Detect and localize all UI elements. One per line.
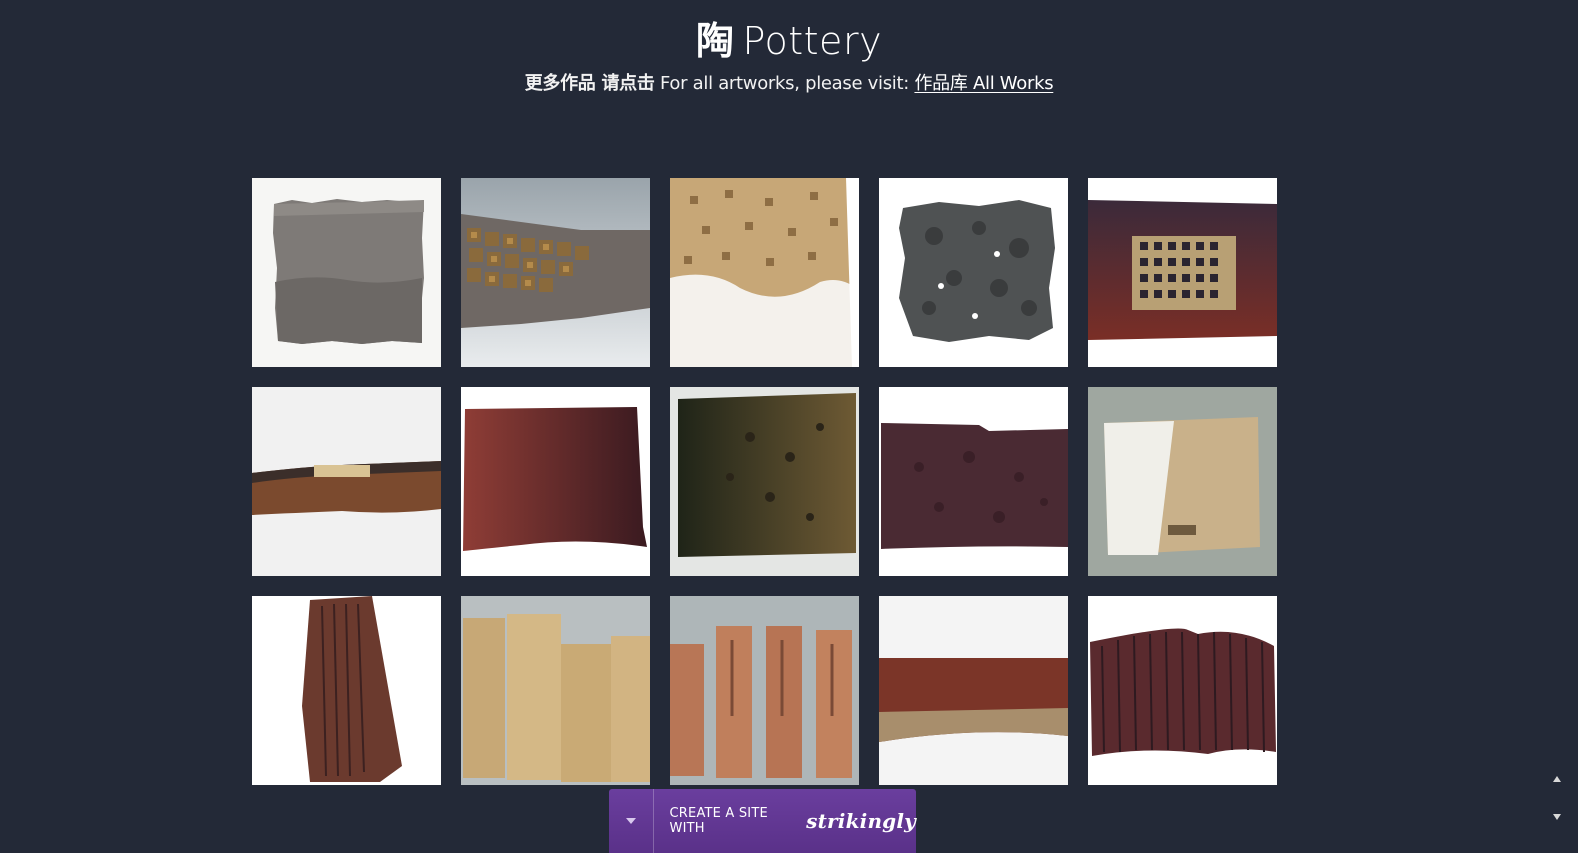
arrow-down-icon[interactable]	[1553, 814, 1561, 820]
gallery-item-1[interactable]	[252, 178, 441, 367]
gallery-item-10[interactable]	[1088, 387, 1277, 576]
chevron-down-icon[interactable]	[609, 789, 654, 853]
gallery-item-11[interactable]	[252, 596, 441, 785]
page-title: 陶 Pottery	[0, 10, 1578, 65]
gallery-item-4[interactable]	[879, 178, 1068, 367]
gallery-item-7[interactable]	[461, 387, 650, 576]
page-title-cn: 陶	[695, 19, 735, 63]
gallery-image-9	[879, 387, 1068, 576]
bar-label: CREATE A SITE WITH strikingly	[654, 806, 916, 836]
gallery-item-9[interactable]	[879, 387, 1068, 576]
gallery-item-15[interactable]	[1088, 596, 1277, 785]
page-title-en: Pottery	[742, 19, 883, 63]
gallery-item-8[interactable]	[670, 387, 859, 576]
gallery-image-6	[252, 387, 441, 576]
gallery-image-12	[461, 596, 650, 785]
bar-label-text: CREATE A SITE WITH	[669, 806, 768, 836]
gallery-image-10	[1088, 387, 1277, 576]
arrow-up-icon[interactable]	[1553, 776, 1561, 782]
all-works-link[interactable]: 作品库 All Works	[914, 73, 1053, 94]
gallery-item-6[interactable]	[252, 387, 441, 576]
gallery-item-3[interactable]	[670, 178, 859, 367]
gallery-image-15	[1088, 596, 1277, 785]
gallery-image-2	[461, 178, 650, 367]
page: 陶 Pottery 更多作品 请点击 For all artworks, plea…	[0, 0, 1578, 853]
pottery-gallery	[252, 178, 1277, 785]
gallery-item-13[interactable]	[670, 596, 859, 785]
gallery-item-5[interactable]	[1088, 178, 1277, 367]
gallery-image-8	[670, 387, 859, 576]
strikingly-logo: strikingly	[806, 809, 916, 833]
gallery-image-14	[879, 596, 1068, 785]
gallery-image-7	[461, 387, 650, 576]
gallery-image-1	[252, 178, 441, 367]
gallery-item-14[interactable]	[879, 596, 1068, 785]
subtitle-cn-label: 更多作品 请点击	[524, 73, 655, 94]
gallery-image-5	[1088, 178, 1277, 367]
gallery-image-3	[670, 178, 859, 367]
strikingly-bar[interactable]: CREATE A SITE WITH strikingly	[609, 789, 916, 853]
gallery-image-13	[670, 596, 859, 785]
gallery-item-2[interactable]	[461, 178, 650, 367]
gallery-item-12[interactable]	[461, 596, 650, 785]
gallery-image-11	[252, 596, 441, 785]
gallery-image-4	[879, 178, 1068, 367]
page-subtitle: 更多作品 请点击 For all artworks, please visit:…	[0, 69, 1578, 95]
subtitle-en-label: For all artworks, please visit:	[660, 73, 910, 94]
